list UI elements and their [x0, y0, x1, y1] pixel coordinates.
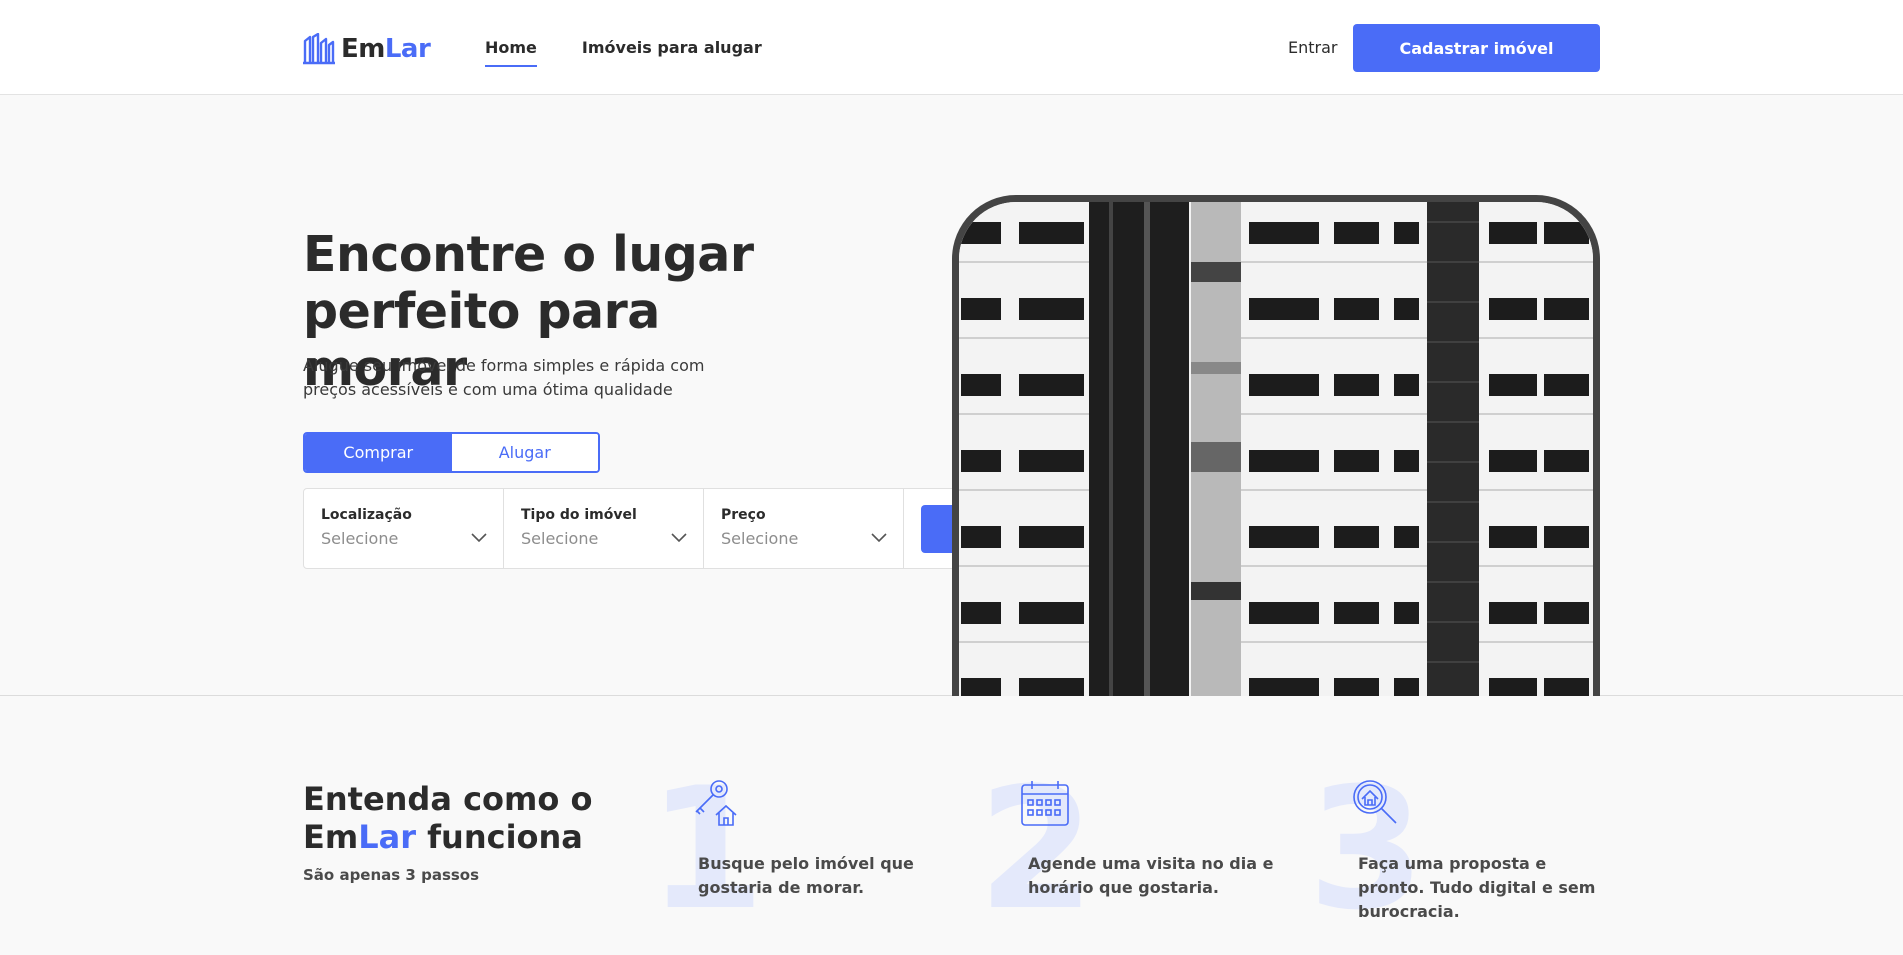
step-1: 1 Busque pelo imóvel que gostaria de mor…	[648, 765, 968, 955]
step-text: Agende uma visita no dia e horário que g…	[1028, 854, 1274, 897]
house-key-icon	[695, 780, 737, 826]
house-search-icon	[1353, 780, 1397, 824]
price-select[interactable]: Preço Selecione	[704, 489, 904, 568]
step-3: 3 Faça uma proposta e pronto. Tudo digit…	[1308, 765, 1628, 955]
step-text: Faça uma proposta e pronto. Tudo digital…	[1358, 854, 1596, 921]
location-select[interactable]: Localização Selecione	[304, 489, 504, 568]
property-type-select[interactable]: Tipo do imóvel Selecione	[504, 489, 704, 568]
calendar-icon	[1021, 781, 1069, 826]
logo-text: EmLar	[341, 34, 431, 64]
tab-comprar[interactable]: Comprar	[305, 434, 452, 471]
how-it-works-subtitle: São apenas 3 passos	[303, 866, 480, 884]
nav-imoveis-para-alugar[interactable]: Imóveis para alugar	[582, 38, 762, 67]
hero-subtitle: Alugue seu imóvel de forma simples e ráp…	[303, 356, 705, 399]
property-type-label: Tipo do imóvel	[521, 507, 637, 523]
building-photo	[952, 195, 1600, 696]
tab-alugar[interactable]: Alugar	[451, 434, 598, 471]
buy-rent-toggle: Comprar Alugar	[303, 432, 600, 473]
login-link[interactable]: Entrar	[1288, 38, 1337, 57]
chevron-down-icon	[871, 533, 887, 543]
property-type-value: Selecione	[521, 529, 599, 548]
location-label: Localização	[321, 507, 412, 523]
register-property-button[interactable]: Cadastrar imóvel	[1353, 24, 1600, 72]
building-logo-icon	[303, 33, 335, 65]
step-2: 2 Agende uma visita no dia e horário que…	[978, 765, 1298, 955]
step-text: Busque pelo imóvel que gostaria de morar…	[698, 854, 914, 897]
nav-home[interactable]: Home	[485, 38, 537, 67]
apartment-building-image	[959, 202, 1593, 696]
price-label: Preço	[721, 507, 766, 523]
site-header: EmLar Home Imóveis para alugar Entrar Ca…	[0, 0, 1903, 95]
main-nav: Home Imóveis para alugar	[485, 38, 762, 67]
location-value: Selecione	[321, 529, 399, 548]
logo[interactable]: EmLar	[303, 33, 431, 65]
chevron-down-icon	[471, 533, 487, 543]
chevron-down-icon	[671, 533, 687, 543]
hero-section: Encontre o lugar perfeito para morar Alu…	[0, 96, 1903, 696]
how-it-works-title: Entenda como o EmLar funciona	[303, 780, 593, 856]
price-value: Selecione	[721, 529, 799, 548]
